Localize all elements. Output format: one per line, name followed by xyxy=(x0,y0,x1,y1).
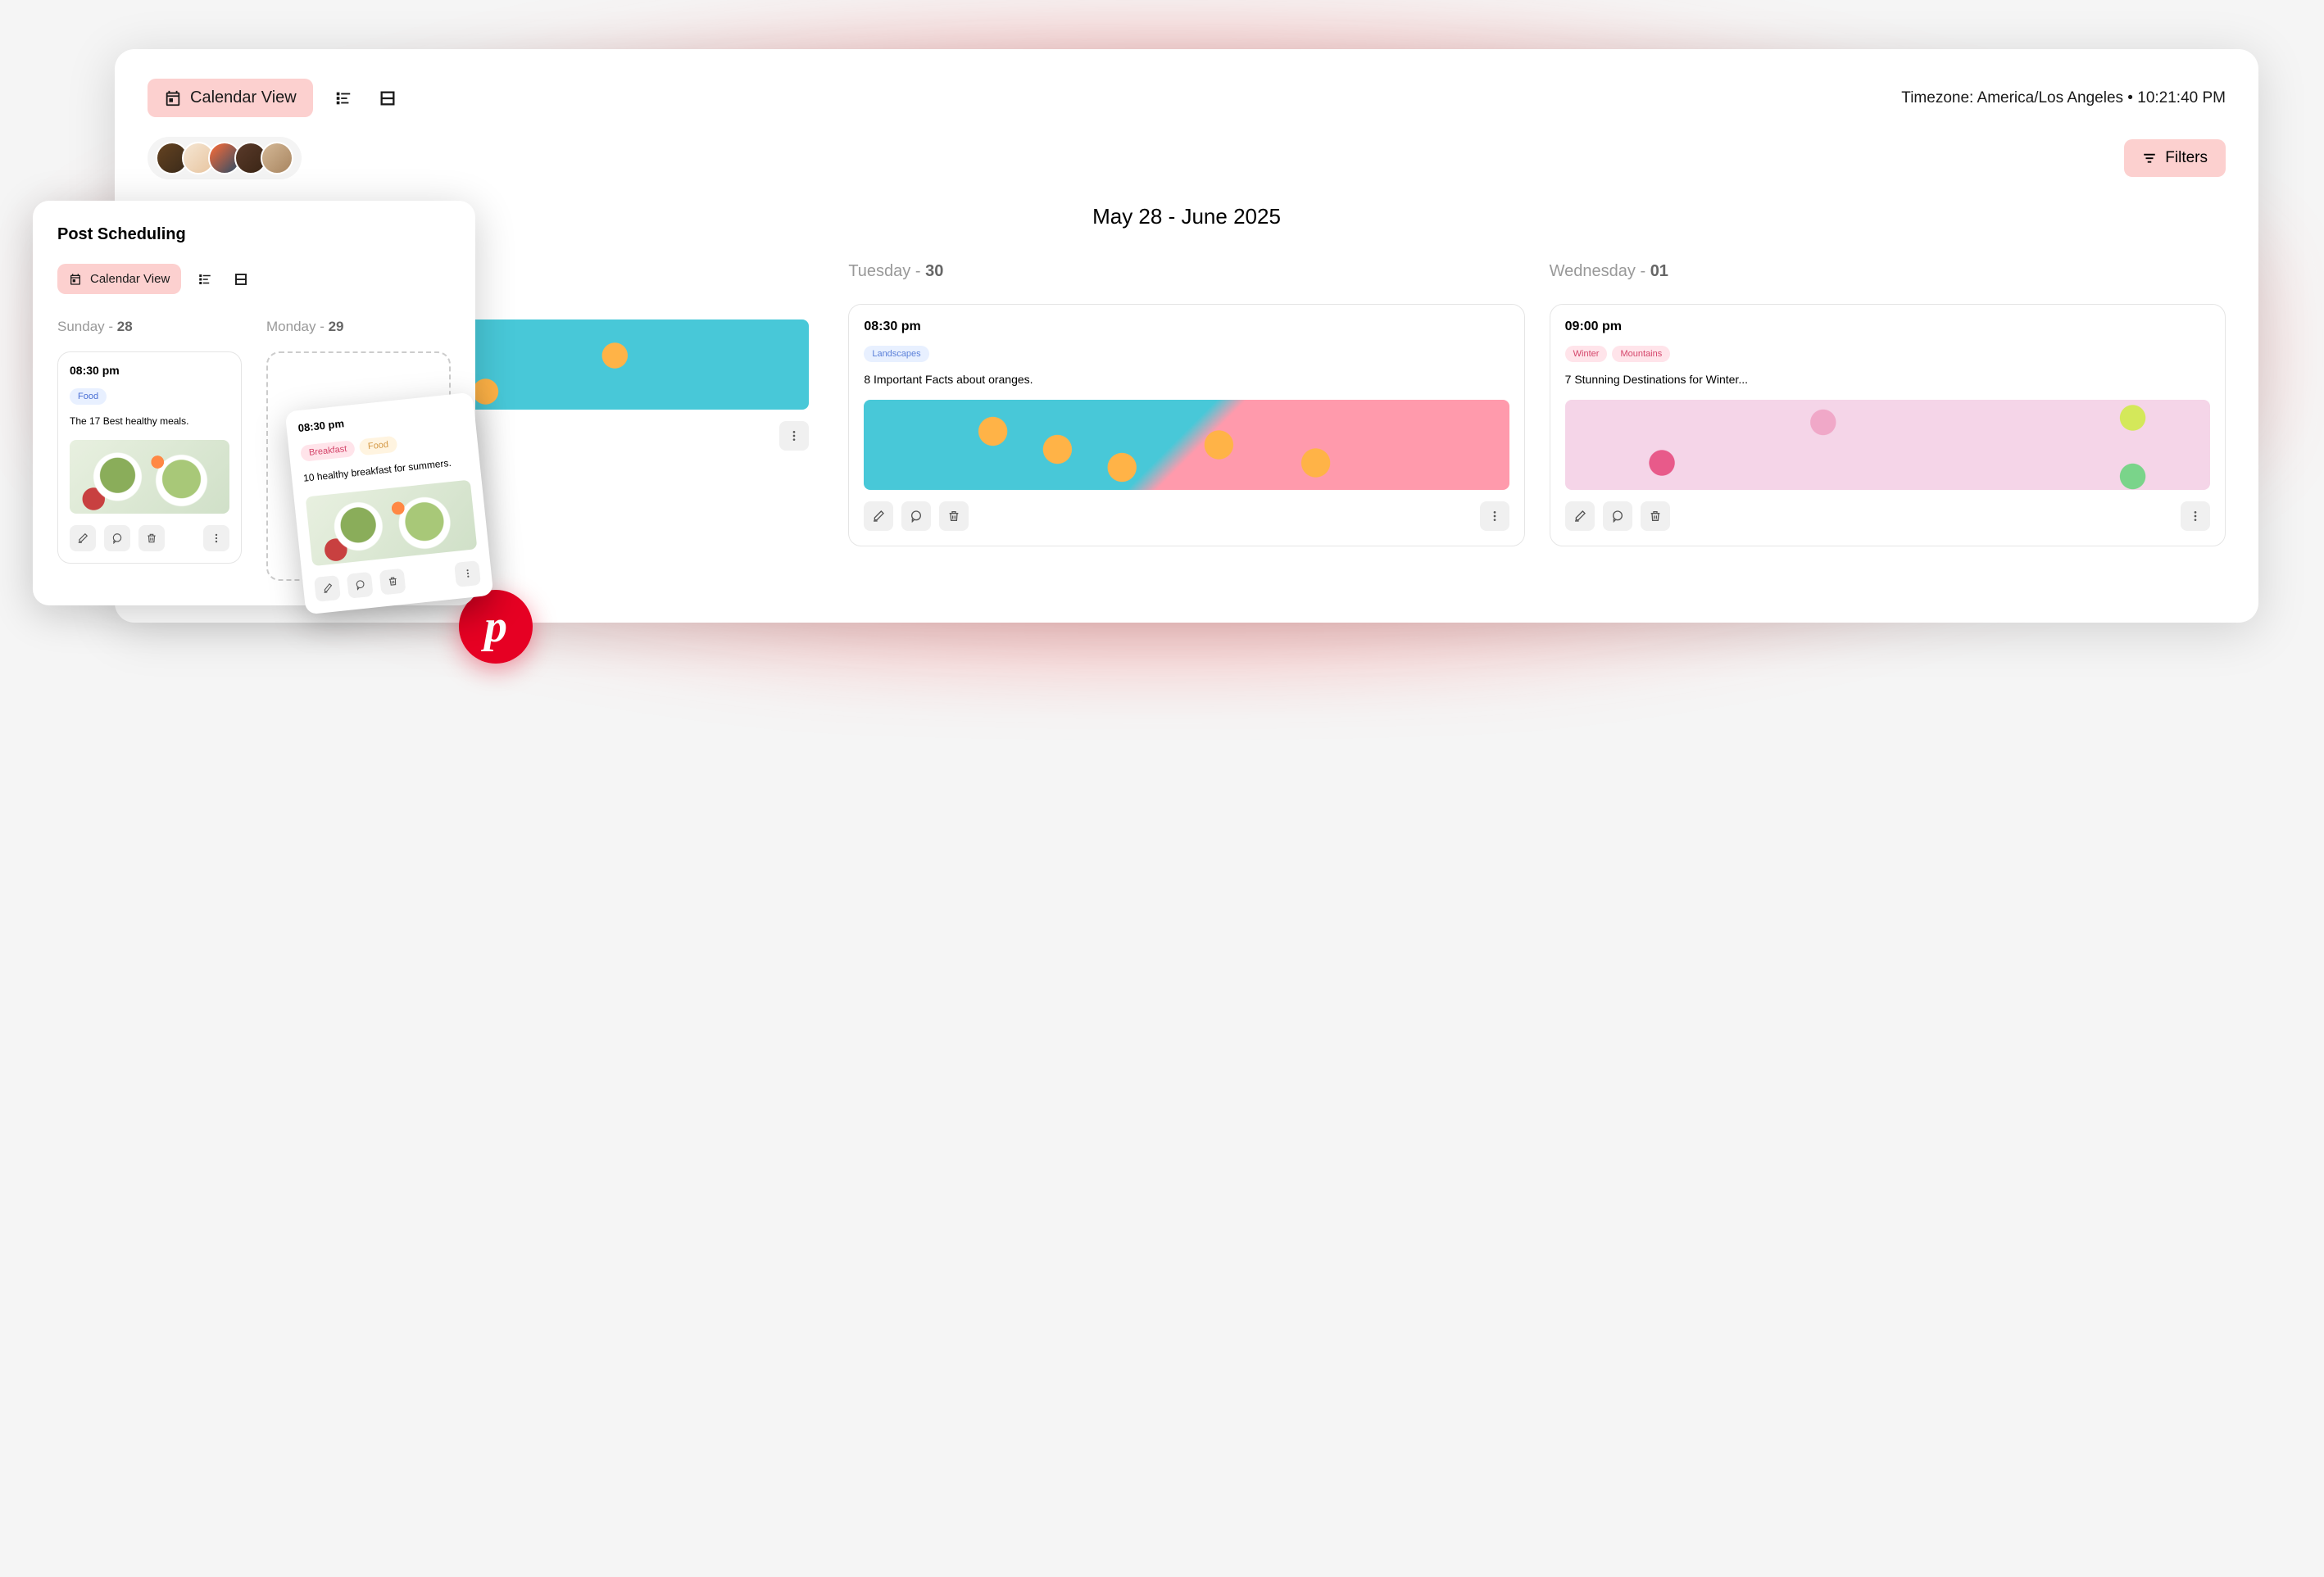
post-title: 8 Important Facts about oranges. xyxy=(864,372,1509,388)
comment-icon xyxy=(111,532,123,544)
view-mode-controls: Calendar View xyxy=(148,79,402,117)
timezone-display: Timezone: America/Los Angeles • 10:21:40… xyxy=(1901,89,2226,107)
post-image xyxy=(1565,400,2210,490)
more-icon xyxy=(2189,510,2202,523)
comment-icon xyxy=(910,510,923,523)
edit-button[interactable] xyxy=(1565,501,1595,531)
grid-view-button[interactable] xyxy=(374,84,402,112)
panel-title: Post Scheduling xyxy=(57,225,451,244)
comment-button[interactable] xyxy=(1603,501,1632,531)
tag-breakfast: Breakfast xyxy=(300,440,356,462)
edit-button[interactable] xyxy=(314,575,341,602)
tag-landscapes: Landscapes xyxy=(864,346,928,362)
tag-mountains: Mountains xyxy=(1612,346,1670,362)
post-card[interactable]: 08:30 pm Landscapes 8 Important Facts ab… xyxy=(848,304,1524,546)
more-icon xyxy=(788,429,801,442)
edit-icon xyxy=(1573,510,1586,523)
dragged-post-card[interactable]: 08:30 pm Breakfast Food 10 healthy break… xyxy=(285,392,494,614)
day-header: Tuesday - 30 xyxy=(848,262,1524,281)
tag-winter: Winter xyxy=(1565,346,1608,362)
edit-button[interactable] xyxy=(70,525,96,551)
post-time: 08:30 pm xyxy=(70,364,229,377)
calendar-view-button[interactable]: Calendar View xyxy=(148,79,313,117)
day-column-wednesday: Wednesday - 01 09:00 pm Winter Mountains… xyxy=(1550,262,2226,546)
post-card[interactable]: 09:00 pm Winter Mountains 7 Stunning Des… xyxy=(1550,304,2226,546)
list-view-button[interactable] xyxy=(329,84,357,112)
filter-icon xyxy=(2142,151,2157,165)
trash-icon xyxy=(146,532,157,544)
tag-food: Food xyxy=(359,436,397,456)
day-column-sunday: Sunday - 28 08:30 pm Food The 17 Best he… xyxy=(57,319,242,581)
more-icon xyxy=(461,568,473,579)
comment-icon xyxy=(354,579,365,591)
list-icon xyxy=(334,89,352,107)
comment-icon xyxy=(1611,510,1624,523)
day-header: Sunday - 28 xyxy=(57,319,242,335)
more-button[interactable] xyxy=(779,421,809,451)
more-button[interactable] xyxy=(203,525,229,551)
edit-icon xyxy=(872,510,885,523)
edit-icon xyxy=(321,582,333,594)
trash-icon xyxy=(1649,510,1662,523)
clock-time: 10:21:40 PM xyxy=(2137,89,2226,106)
calendar-view-button[interactable]: Calendar View xyxy=(57,264,181,294)
post-image xyxy=(306,479,478,566)
more-icon xyxy=(1488,510,1501,523)
calendar-icon xyxy=(164,89,182,107)
tag-food: Food xyxy=(70,388,107,405)
user-avatars-group[interactable] xyxy=(148,137,302,179)
delete-button[interactable] xyxy=(379,568,406,595)
post-image xyxy=(70,440,229,514)
filters-button[interactable]: Filters xyxy=(2124,139,2226,177)
delete-button[interactable] xyxy=(138,525,165,551)
comment-button[interactable] xyxy=(104,525,130,551)
more-button[interactable] xyxy=(454,560,481,587)
trash-icon xyxy=(947,510,960,523)
comment-button[interactable] xyxy=(347,572,374,599)
calendar-view-label: Calendar View xyxy=(190,88,297,107)
list-icon xyxy=(197,272,212,287)
post-title: 7 Stunning Destinations for Winter... xyxy=(1565,372,2210,388)
edit-button[interactable] xyxy=(864,501,893,531)
more-button[interactable] xyxy=(2181,501,2210,531)
post-title: The 17 Best healthy meals. xyxy=(70,415,229,428)
post-time: 09:00 pm xyxy=(1565,319,2210,334)
filters-label: Filters xyxy=(2165,149,2208,167)
grid-icon xyxy=(234,272,248,287)
post-image xyxy=(864,400,1509,490)
day-header: Wednesday - 01 xyxy=(1550,262,2226,281)
pinterest-p-glyph: p xyxy=(484,600,507,653)
grid-view-button[interactable] xyxy=(229,267,253,292)
more-icon xyxy=(211,532,222,544)
day-header: Monday - 29 xyxy=(266,319,451,335)
post-card[interactable]: 08:30 pm Food The 17 Best healthy meals. xyxy=(57,351,242,564)
grid-icon xyxy=(379,89,397,107)
delete-button[interactable] xyxy=(1641,501,1670,531)
view-mode-controls: Calendar View xyxy=(57,264,451,294)
post-time: 08:30 pm xyxy=(864,319,1509,334)
calendar-icon xyxy=(69,273,82,286)
edit-icon xyxy=(77,532,89,544)
avatar[interactable] xyxy=(261,142,293,174)
list-view-button[interactable] xyxy=(193,267,217,292)
post-time: 08:30 pm xyxy=(297,405,463,434)
day-column-tuesday: Tuesday - 30 08:30 pm Landscapes 8 Impor… xyxy=(848,262,1524,546)
delete-button[interactable] xyxy=(939,501,969,531)
comment-button[interactable] xyxy=(901,501,931,531)
trash-icon xyxy=(387,576,398,587)
calendar-view-label: Calendar View xyxy=(90,272,170,286)
more-button[interactable] xyxy=(1480,501,1509,531)
